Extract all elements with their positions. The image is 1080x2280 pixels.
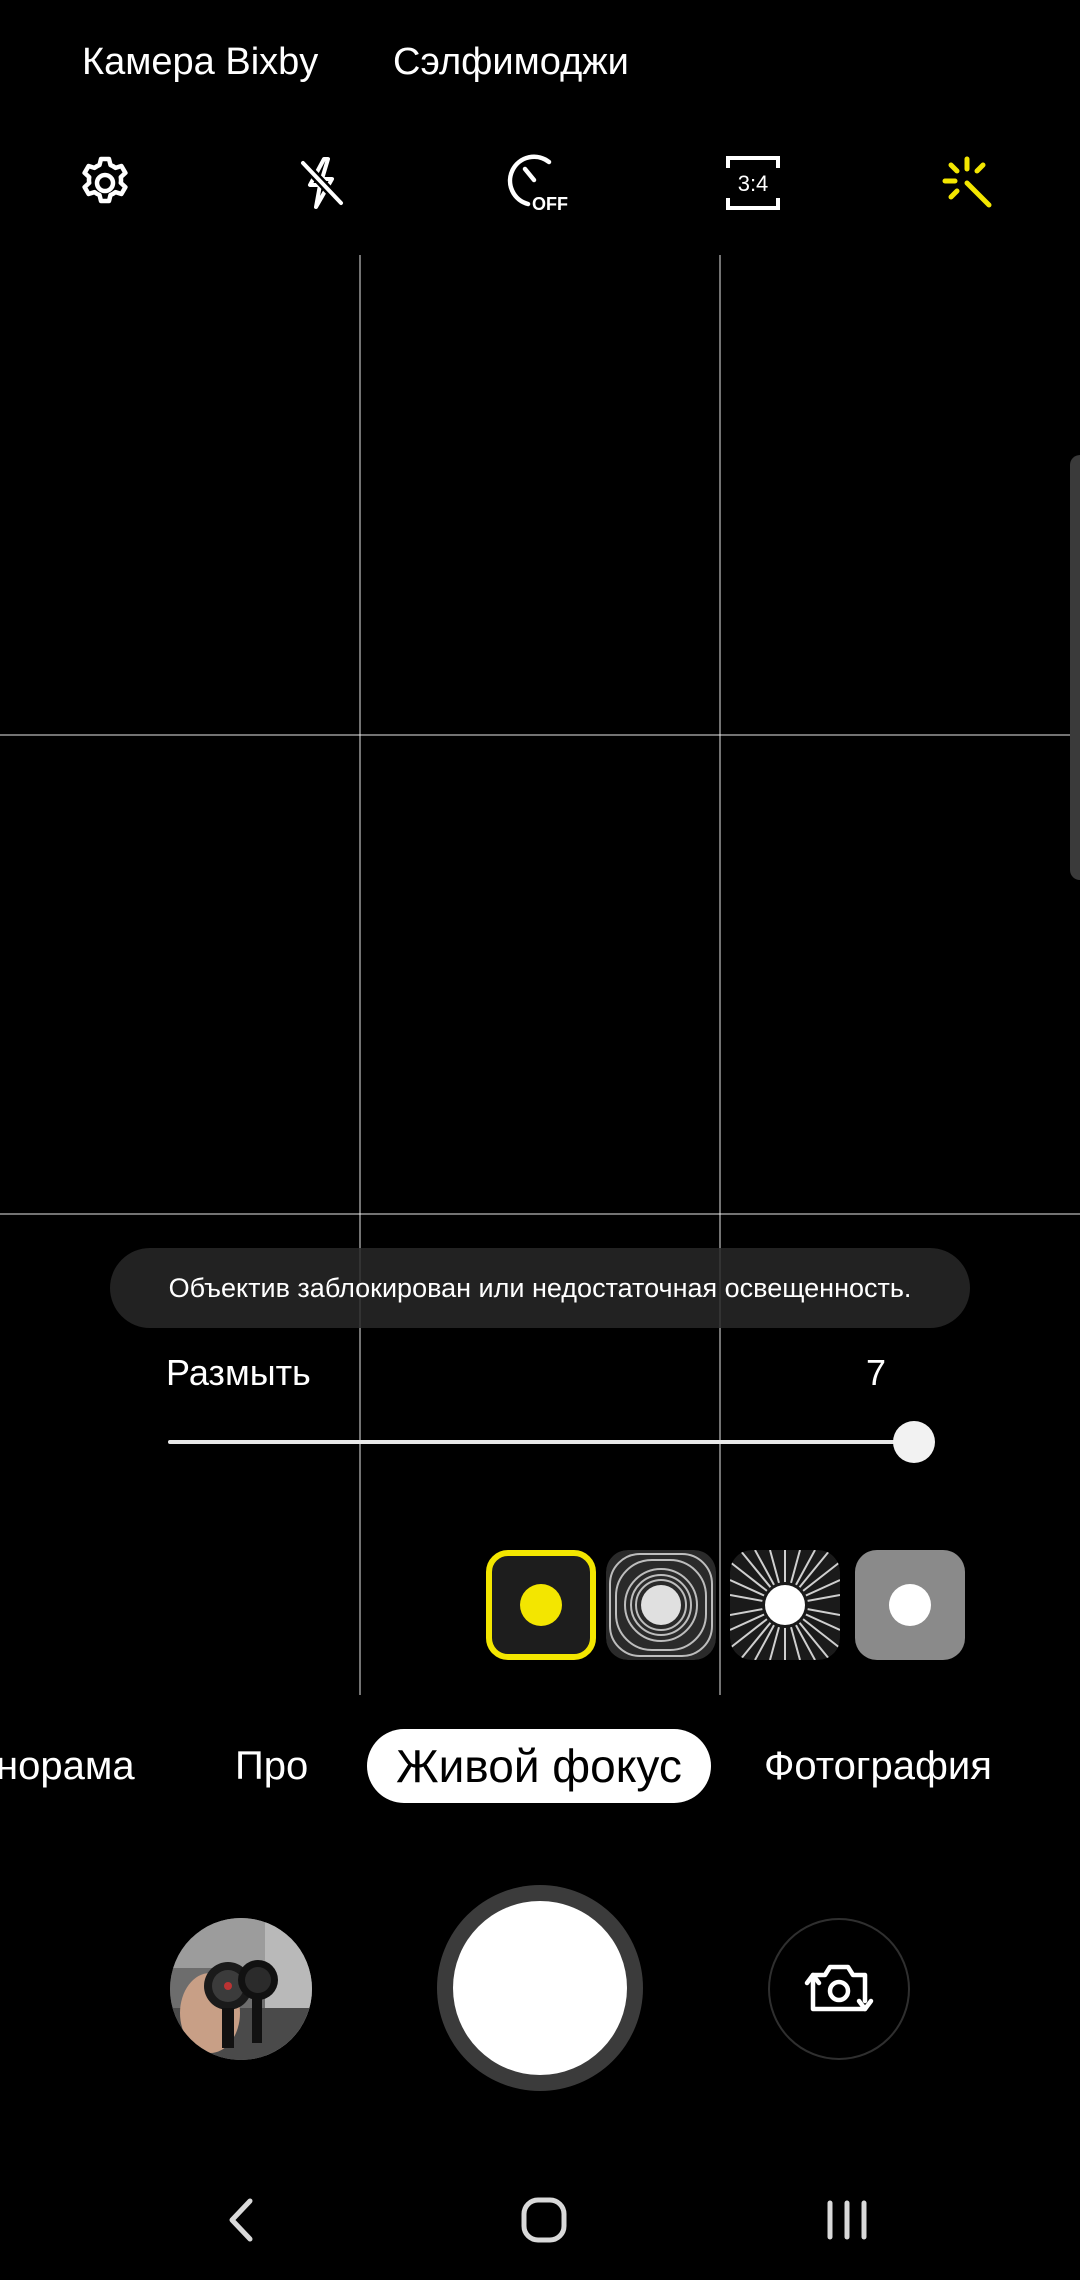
switch-camera-icon	[804, 1964, 874, 2012]
effect-zoom-button[interactable]	[730, 1550, 840, 1660]
bixby-camera-link[interactable]: Камера Bixby	[82, 38, 318, 86]
timer-off-text: OFF	[532, 194, 568, 214]
aspect-ratio-icon[interactable]: 3:4	[713, 143, 793, 223]
grid-line-horizontal-2	[0, 1213, 1080, 1215]
mode-live-focus[interactable]: Живой фокус	[367, 1729, 711, 1803]
selfimoji-link[interactable]: Сэлфимоджи	[393, 38, 629, 86]
home-icon[interactable]	[504, 2180, 584, 2260]
effect-blur-button[interactable]	[486, 1550, 596, 1660]
blur-dot-icon	[520, 1584, 562, 1626]
effect-color-point-button[interactable]	[855, 1550, 965, 1660]
effect-spin-button[interactable]	[606, 1550, 716, 1660]
mode-pro[interactable]: Про	[235, 1738, 308, 1794]
mode-panorama[interactable]: норама	[0, 1738, 135, 1794]
gallery-preview-image	[170, 1918, 312, 2060]
blur-value: 7	[865, 1352, 886, 1393]
gallery-thumbnail[interactable]	[170, 1918, 312, 2060]
blur-slider-track[interactable]	[168, 1440, 914, 1444]
lens-warning-toast: Объектив заблокирован или недостаточная …	[110, 1248, 970, 1328]
edge-panel-handle[interactable]	[1070, 455, 1080, 880]
switch-camera-button[interactable]	[768, 1918, 910, 2060]
blur-label: Размыть	[166, 1352, 311, 1393]
spin-rings-icon	[606, 1550, 716, 1660]
flash-off-icon[interactable]	[281, 143, 361, 223]
aspect-ratio-text: 3:4	[738, 171, 769, 196]
recents-icon[interactable]	[807, 2180, 887, 2260]
color-point-dot-icon	[889, 1584, 931, 1626]
grid-line-vertical-1	[359, 255, 361, 1695]
settings-icon[interactable]	[65, 143, 145, 223]
mode-photo[interactable]: Фотография	[764, 1738, 992, 1794]
timer-off-icon[interactable]: OFF	[497, 143, 577, 223]
filters-icon[interactable]	[929, 143, 1009, 223]
mode-live-focus-label: Живой фокус	[396, 1740, 682, 1792]
zoom-rays-icon	[730, 1550, 840, 1660]
grid-line-horizontal-1	[0, 734, 1080, 736]
shutter-button[interactable]	[453, 1901, 627, 2075]
grid-line-vertical-2	[719, 255, 721, 1695]
lens-warning-text: Объектив заблокирован или недостаточная …	[168, 1272, 912, 1303]
back-icon[interactable]	[202, 2180, 282, 2260]
blur-slider-thumb[interactable]	[893, 1421, 935, 1463]
